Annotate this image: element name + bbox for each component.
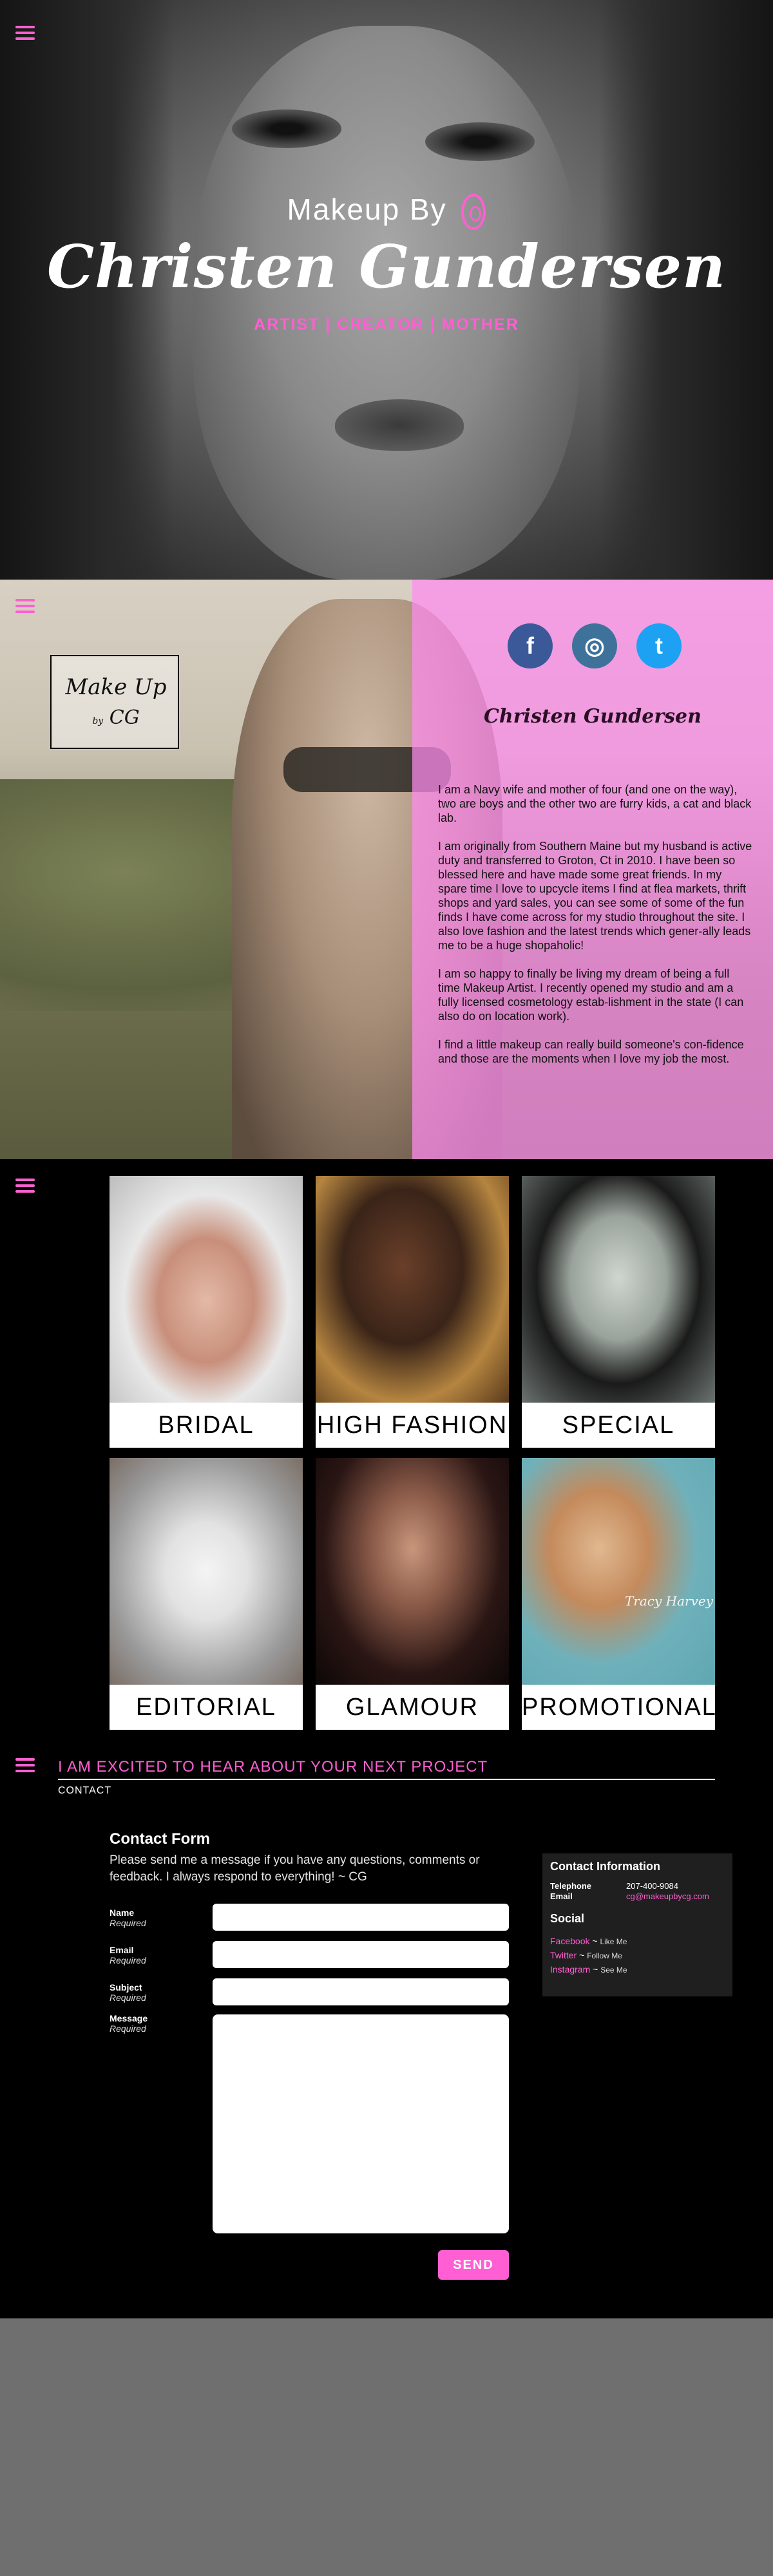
contact-heading: I AM EXCITED TO HEAR ABOUT YOUR NEXT PRO… (58, 1758, 488, 1776)
form-intro: Please send me a message if you have any… (110, 1853, 480, 1884)
menu-icon[interactable] (15, 26, 35, 43)
gallery-tile-special[interactable]: SPECIAL (522, 1176, 715, 1448)
cg-badge-icon (461, 193, 486, 230)
required-note: Required (110, 1993, 146, 2003)
gallery-tile-high-fashion[interactable]: HIGH FASHION (316, 1176, 509, 1448)
bio-paragraph: I am originally from Southern Maine but … (438, 840, 752, 952)
name-label: Name Required (110, 1908, 146, 1928)
divider (58, 1779, 715, 1780)
bio-paragraph: I find a little makeup can really build … (438, 1038, 744, 1065)
contact-section: I AM EXCITED TO HEAR ABOUT YOUR NEXT PRO… (0, 1732, 773, 2318)
social-sep: ~ (577, 1950, 587, 1960)
social-sep: ~ (590, 1964, 601, 1975)
social-network-name: Instagram (550, 1964, 591, 1975)
instagram-link[interactable]: Instagram ~ See Me (550, 1963, 725, 1977)
gallery-section: BRIDAL HIGH FASHION SPECIAL EDITORIAL GL… (0, 1159, 773, 1732)
social-action: Like Me (600, 1937, 627, 1946)
message-label: Message Required (110, 2013, 148, 2034)
hero-title-script: Christen Gundersen (46, 232, 727, 301)
subject-input[interactable] (213, 1978, 509, 2005)
social-network-name: Facebook (550, 1936, 590, 1946)
required-note: Required (110, 2023, 146, 2034)
subject-label-text: Subject (110, 1982, 142, 1993)
gallery-tile-promotional[interactable]: Tracy Harvey PROMOTIONAL (522, 1458, 716, 1730)
facebook-icon[interactable]: f (508, 623, 553, 668)
message-textarea[interactable] (213, 2014, 509, 2233)
email-label-info: Email (550, 1891, 573, 1901)
logo-by: by (92, 716, 104, 726)
photo-watermark: Tracy Harvey (625, 1593, 714, 1609)
hero-photo-lips (335, 399, 464, 451)
social-action: Follow Me (587, 1951, 622, 1960)
contact-subheading: CONTACT (58, 1785, 112, 1796)
logo-initials: by CG (52, 706, 180, 729)
logo-initials-text: CG (109, 706, 140, 729)
hero-photo-eye-right (425, 122, 535, 161)
editorial-image (110, 1458, 303, 1685)
name-label-text: Name (110, 1908, 135, 1918)
email-label: Email Required (110, 1945, 146, 1965)
required-note: Required (110, 1918, 146, 1928)
contact-info-title: Contact Information (550, 1860, 660, 1873)
cg-logo: Make Up by CG (50, 655, 179, 749)
gallery-tile-glamour[interactable]: GLAMOUR (316, 1458, 509, 1730)
form-title: Contact Form (110, 1830, 210, 1848)
social-title: Social (550, 1912, 585, 1925)
contact-info-panel: Contact Information Telephone 207-400-90… (542, 1853, 732, 1996)
menu-icon[interactable] (15, 1758, 35, 1775)
about-section: Make Up by CG f ◎ t Christen Gundersen I… (0, 580, 773, 1159)
hero-title-small: Makeup By (0, 192, 773, 230)
instagram-icon[interactable]: ◎ (572, 623, 617, 668)
email-input[interactable] (213, 1941, 509, 1968)
social-sep: ~ (589, 1936, 600, 1946)
email-row: Email cg@makeupbycg.com (550, 1891, 725, 1902)
gallery-tile-editorial[interactable]: EDITORIAL (110, 1458, 303, 1730)
gallery-label: HIGH FASHION (316, 1403, 509, 1448)
email-label-text: Email (110, 1945, 134, 1955)
send-button[interactable]: SEND (438, 2250, 509, 2280)
high-fashion-image (316, 1176, 509, 1403)
about-bio: I am a Navy wife and mother of four (and… (438, 782, 754, 1080)
gallery-label: GLAMOUR (316, 1685, 509, 1730)
glamour-image (316, 1458, 509, 1685)
telephone-value: 207-400-9084 (626, 1881, 678, 1891)
social-network-name: Twitter (550, 1950, 577, 1960)
promotional-image: Tracy Harvey (522, 1458, 715, 1685)
bio-paragraph: I am so happy to finally be living my dr… (438, 967, 744, 1023)
menu-icon[interactable] (15, 1179, 35, 1195)
gallery-label: EDITORIAL (110, 1685, 303, 1730)
telephone-row: Telephone 207-400-9084 (550, 1881, 725, 1891)
bridal-image (110, 1176, 303, 1403)
subject-label: Subject Required (110, 1982, 146, 2003)
gallery-label: BRIDAL (110, 1403, 303, 1448)
gallery-label: SPECIAL (522, 1403, 715, 1448)
required-note: Required (110, 1955, 146, 1965)
about-name: Christen Gundersen (484, 705, 701, 728)
hero-photo (193, 26, 580, 580)
facebook-link[interactable]: Facebook ~ Like Me (550, 1935, 725, 1949)
logo-text: Make Up (65, 674, 167, 700)
special-image (522, 1176, 715, 1403)
menu-icon[interactable] (15, 599, 35, 616)
email-link[interactable]: cg@makeupbycg.com (626, 1891, 709, 1902)
twitter-link[interactable]: Twitter ~ Follow Me (550, 1949, 725, 1963)
bio-paragraph: I am a Navy wife and mother of four (and… (438, 783, 752, 824)
telephone-label: Telephone (550, 1881, 592, 1891)
social-action: See Me (600, 1965, 627, 1975)
name-input[interactable] (213, 1904, 509, 1931)
twitter-icon[interactable]: t (636, 623, 682, 668)
gallery-label: PROMOTIONAL (522, 1685, 716, 1730)
hero-photo-eye-left (232, 109, 341, 148)
hero-section: Makeup By Christen Gundersen ARTIST | CR… (0, 0, 773, 580)
hero-title-small-text: Makeup By (287, 193, 447, 226)
gallery-tile-bridal[interactable]: BRIDAL (110, 1176, 303, 1448)
message-label-text: Message (110, 2013, 148, 2023)
hero-tagline: ARTIST | CREATOR | MOTHER (254, 316, 519, 334)
